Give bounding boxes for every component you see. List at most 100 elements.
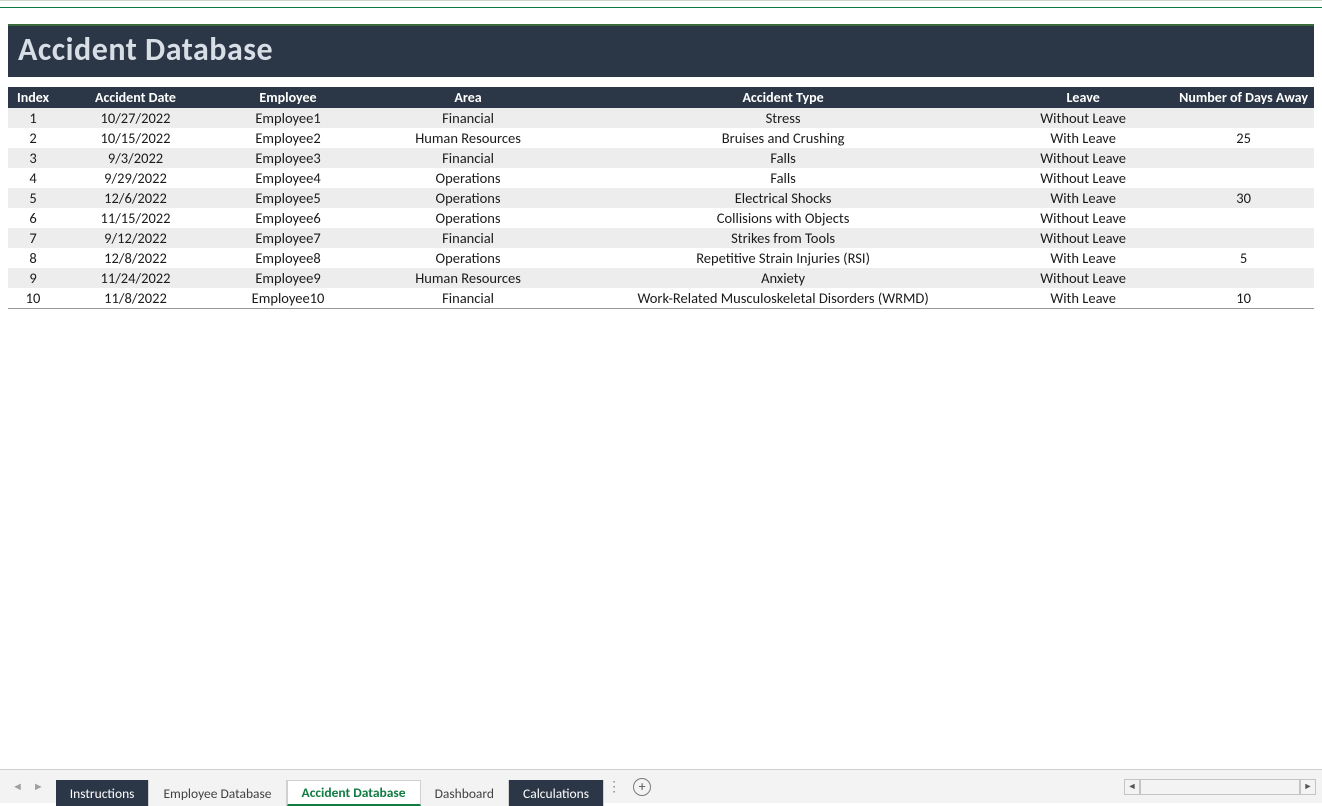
table-row[interactable]: 210/15/2022Employee2Human ResourcesBruis…: [8, 128, 1314, 148]
cell-days[interactable]: 5: [1173, 248, 1314, 268]
cell-leave[interactable]: Without Leave: [993, 208, 1173, 228]
cell-date[interactable]: 10/15/2022: [58, 128, 213, 148]
table-row[interactable]: 611/15/2022Employee6OperationsCollisions…: [8, 208, 1314, 228]
cell-index[interactable]: 2: [8, 128, 58, 148]
cell-area[interactable]: Financial: [363, 228, 573, 248]
cell-leave[interactable]: With Leave: [993, 288, 1173, 309]
tab-options-icon[interactable]: ⋮: [604, 770, 624, 803]
cell-index[interactable]: 6: [8, 208, 58, 228]
col-header-days[interactable]: Number of Days Away: [1173, 87, 1314, 108]
cell-index[interactable]: 5: [8, 188, 58, 208]
cell-employee[interactable]: Employee2: [213, 128, 363, 148]
cell-date[interactable]: 10/27/2022: [58, 108, 213, 128]
cell-date[interactable]: 11/15/2022: [58, 208, 213, 228]
cell-area[interactable]: Operations: [363, 248, 573, 268]
cell-days[interactable]: 30: [1173, 188, 1314, 208]
col-header-date[interactable]: Accident Date: [58, 87, 213, 108]
table-row[interactable]: 1011/8/2022Employee10FinancialWork-Relat…: [8, 288, 1314, 309]
cell-type[interactable]: Repetitive Strain Injuries (RSI): [573, 248, 993, 268]
cell-index[interactable]: 8: [8, 248, 58, 268]
cell-employee[interactable]: Employee3: [213, 148, 363, 168]
cell-date[interactable]: 9/3/2022: [58, 148, 213, 168]
cell-type[interactable]: Work-Related Musculoskeletal Disorders (…: [573, 288, 993, 309]
cell-leave[interactable]: Without Leave: [993, 268, 1173, 288]
cell-days[interactable]: 25: [1173, 128, 1314, 148]
cell-index[interactable]: 9: [8, 268, 58, 288]
cell-type[interactable]: Anxiety: [573, 268, 993, 288]
cell-employee[interactable]: Employee10: [213, 288, 363, 309]
cell-employee[interactable]: Employee9: [213, 268, 363, 288]
cell-type[interactable]: Bruises and Crushing: [573, 128, 993, 148]
table-row[interactable]: 39/3/2022Employee3FinancialFallsWithout …: [8, 148, 1314, 168]
cell-index[interactable]: 10: [8, 288, 58, 309]
cell-type[interactable]: Strikes from Tools: [573, 228, 993, 248]
cell-area[interactable]: Human Resources: [363, 268, 573, 288]
cell-index[interactable]: 1: [8, 108, 58, 128]
cell-days[interactable]: [1173, 228, 1314, 248]
col-header-area[interactable]: Area: [363, 87, 573, 108]
cell-date[interactable]: 12/8/2022: [58, 248, 213, 268]
col-header-type[interactable]: Accident Type: [573, 87, 993, 108]
cell-type[interactable]: Collisions with Objects: [573, 208, 993, 228]
worksheet-area[interactable]: Accident Database Index Accident Date Em…: [0, 8, 1322, 768]
tab-instructions[interactable]: Instructions: [56, 780, 150, 806]
table-row[interactable]: 79/12/2022Employee7FinancialStrikes from…: [8, 228, 1314, 248]
cell-leave[interactable]: With Leave: [993, 248, 1173, 268]
cell-date[interactable]: 11/24/2022: [58, 268, 213, 288]
cell-type[interactable]: Electrical Shocks: [573, 188, 993, 208]
cell-area[interactable]: Operations: [363, 168, 573, 188]
cell-days[interactable]: [1173, 208, 1314, 228]
cell-employee[interactable]: Employee7: [213, 228, 363, 248]
cell-employee[interactable]: Employee8: [213, 248, 363, 268]
cell-date[interactable]: 11/8/2022: [58, 288, 213, 309]
cell-area[interactable]: Human Resources: [363, 128, 573, 148]
cell-leave[interactable]: With Leave: [993, 128, 1173, 148]
cell-days[interactable]: 10: [1173, 288, 1314, 309]
cell-area[interactable]: Operations: [363, 188, 573, 208]
cell-employee[interactable]: Employee4: [213, 168, 363, 188]
cell-employee[interactable]: Employee5: [213, 188, 363, 208]
table-row[interactable]: 512/6/2022Employee5OperationsElectrical …: [8, 188, 1314, 208]
table-row[interactable]: 110/27/2022Employee1FinancialStressWitho…: [8, 108, 1314, 128]
tab-employee-database[interactable]: Employee Database: [149, 780, 286, 806]
col-header-employee[interactable]: Employee: [213, 87, 363, 108]
cell-index[interactable]: 7: [8, 228, 58, 248]
new-sheet-button[interactable]: +: [624, 770, 660, 803]
cell-employee[interactable]: Employee6: [213, 208, 363, 228]
sheet-nav-prev-icon[interactable]: ◄: [12, 780, 23, 793]
tab-accident-database[interactable]: Accident Database: [287, 780, 421, 806]
cell-date[interactable]: 9/29/2022: [58, 168, 213, 188]
sheet-nav-next-icon[interactable]: ►: [33, 780, 44, 793]
cell-index[interactable]: 4: [8, 168, 58, 188]
cell-leave[interactable]: Without Leave: [993, 148, 1173, 168]
cell-area[interactable]: Financial: [363, 108, 573, 128]
tab-dashboard[interactable]: Dashboard: [421, 780, 509, 806]
hscroll-left-icon[interactable]: ◄: [1124, 779, 1140, 795]
cell-days[interactable]: [1173, 108, 1314, 128]
cell-area[interactable]: Financial: [363, 288, 573, 309]
cell-type[interactable]: Stress: [573, 108, 993, 128]
cell-days[interactable]: [1173, 268, 1314, 288]
cell-employee[interactable]: Employee1: [213, 108, 363, 128]
cell-index[interactable]: 3: [8, 148, 58, 168]
col-header-leave[interactable]: Leave: [993, 87, 1173, 108]
cell-type[interactable]: Falls: [573, 148, 993, 168]
cell-date[interactable]: 12/6/2022: [58, 188, 213, 208]
tab-calculations[interactable]: Calculations: [509, 780, 604, 806]
cell-date[interactable]: 9/12/2022: [58, 228, 213, 248]
cell-leave[interactable]: Without Leave: [993, 108, 1173, 128]
cell-area[interactable]: Financial: [363, 148, 573, 168]
cell-type[interactable]: Falls: [573, 168, 993, 188]
cell-days[interactable]: [1173, 148, 1314, 168]
col-header-index[interactable]: Index: [8, 87, 58, 108]
table-row[interactable]: 911/24/2022Employee9Human ResourcesAnxie…: [8, 268, 1314, 288]
table-row[interactable]: 49/29/2022Employee4OperationsFallsWithou…: [8, 168, 1314, 188]
cell-area[interactable]: Operations: [363, 208, 573, 228]
table-row[interactable]: 812/8/2022Employee8OperationsRepetitive …: [8, 248, 1314, 268]
hscroll-right-icon[interactable]: ►: [1300, 779, 1316, 795]
cell-leave[interactable]: With Leave: [993, 188, 1173, 208]
hscroll-track[interactable]: [1140, 779, 1300, 795]
cell-leave[interactable]: Without Leave: [993, 168, 1173, 188]
cell-days[interactable]: [1173, 168, 1314, 188]
cell-leave[interactable]: Without Leave: [993, 228, 1173, 248]
